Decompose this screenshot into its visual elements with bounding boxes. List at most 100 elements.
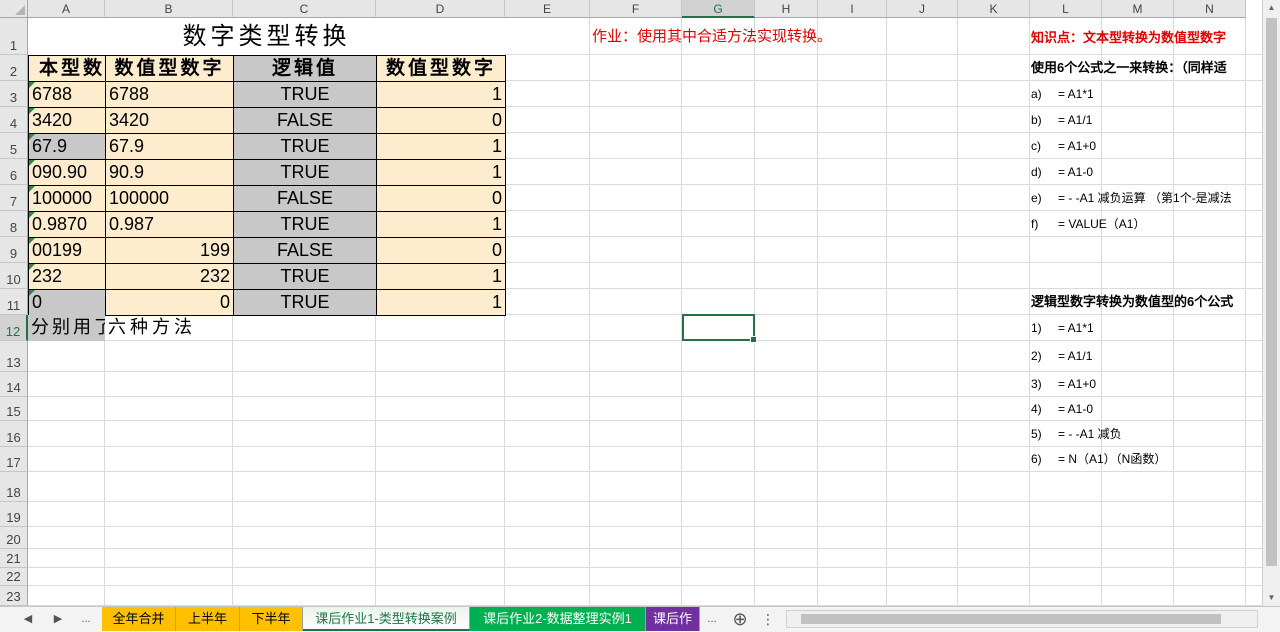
column-header-B[interactable]: B — [105, 0, 233, 18]
spreadsheet-grid[interactable]: ABCDEFGHIJKLMN 1 2 3 4 5 6 7 8 9 10 11 12 13 14 15 16 17… — [0, 0, 1262, 606]
row-header-19[interactable]: 19 — [0, 502, 28, 527]
logic-method-key-1[interactable]: 1) — [1031, 315, 1057, 341]
footer-label-b[interactable]: 六种方法 — [105, 315, 305, 341]
row-header-18[interactable]: 18 — [0, 472, 28, 502]
row-header-20[interactable]: 20 — [0, 527, 28, 549]
logic-numeric-cell[interactable]: 0 — [376, 237, 506, 264]
row-header-4[interactable]: 4 — [0, 107, 28, 133]
sheet-tab-1[interactable]: 全年合并 — [102, 607, 176, 631]
column-header-D[interactable]: D — [376, 0, 505, 18]
logic-method-key-4[interactable]: 4) — [1031, 397, 1057, 421]
text-value-cell[interactable]: 00199 — [28, 237, 106, 264]
logic-methods-title[interactable]: 逻辑型数字转换为数值型的6个公式 — [1031, 289, 1259, 315]
row-header-12[interactable]: 12 — [0, 315, 28, 341]
column-header-H[interactable]: H — [755, 0, 818, 18]
sheet-tab-6[interactable]: 课后作 — [646, 607, 700, 631]
logic-method-formula-1[interactable]: = A1*1 — [1058, 315, 1258, 341]
logic-value-cell[interactable]: TRUE — [233, 81, 377, 108]
logic-numeric-cell[interactable]: 1 — [376, 211, 506, 238]
text-value-cell[interactable]: 090.90 — [28, 159, 106, 186]
sheet-tab-2[interactable]: 上半年 — [176, 607, 240, 631]
add-sheet-icon[interactable]: ⊕ — [728, 607, 752, 631]
row-header-16[interactable]: 16 — [0, 421, 28, 447]
text-method-formula-6[interactable]: = VALUE（A1） — [1058, 211, 1258, 237]
knowledge-title[interactable]: 知识点：文本型转换为数值型数字 — [1031, 18, 1259, 55]
row-header-3[interactable]: 3 — [0, 81, 28, 107]
text-method-key-6[interactable]: f) — [1031, 211, 1057, 237]
logic-value-cell[interactable]: TRUE — [233, 159, 377, 186]
row-header-22[interactable]: 22 — [0, 568, 28, 586]
horizontal-scrollbar[interactable] — [786, 610, 1258, 628]
column-header-L[interactable]: L — [1030, 0, 1102, 18]
logic-method-key-5[interactable]: 5) — [1031, 421, 1057, 447]
column-header-E[interactable]: E — [505, 0, 590, 18]
logic-value-cell[interactable]: FALSE — [233, 237, 377, 264]
numeric-value-cell[interactable]: 3420 — [105, 107, 234, 134]
logic-numeric-cell[interactable]: 1 — [376, 289, 506, 316]
text-value-cell[interactable]: 0 — [28, 289, 106, 316]
logic-value-cell[interactable]: TRUE — [233, 133, 377, 160]
column-header-I[interactable]: I — [818, 0, 887, 18]
row-header-9[interactable]: 9 — [0, 237, 28, 263]
text-value-cell[interactable]: 67.9 — [28, 133, 106, 160]
text-method-key-1[interactable]: a) — [1031, 81, 1057, 107]
logic-numeric-cell[interactable]: 1 — [376, 159, 506, 186]
text-method-formula-3[interactable]: = A1+0 — [1058, 133, 1258, 159]
row-header-23[interactable]: 23 — [0, 586, 28, 606]
tab-prev-icon[interactable]: ◀ — [16, 607, 40, 631]
column-header-F[interactable]: F — [590, 0, 682, 18]
row-header-2[interactable]: 2 — [0, 55, 28, 81]
logic-numeric-cell[interactable]: 0 — [376, 185, 506, 212]
logic-value-cell[interactable]: TRUE — [233, 289, 377, 316]
logic-method-key-6[interactable]: 6) — [1031, 447, 1057, 472]
text-value-cell[interactable]: 232 — [28, 263, 106, 290]
sheet-tab-4[interactable]: 课后作业1-类型转换案例 — [303, 607, 470, 631]
scroll-down-icon[interactable]: ▼ — [1263, 590, 1280, 606]
logic-value-cell[interactable]: FALSE — [233, 107, 377, 134]
tab-overflow-right[interactable]: ... — [700, 607, 724, 631]
row-header-14[interactable]: 14 — [0, 372, 28, 397]
select-all-corner[interactable] — [0, 0, 28, 18]
logic-numeric-cell[interactable]: 1 — [376, 263, 506, 290]
vertical-scrollbar[interactable]: ▲ ▼ — [1262, 0, 1280, 606]
numeric-value-cell[interactable]: 199 — [105, 237, 234, 264]
tab-overflow-left[interactable]: ... — [74, 607, 98, 631]
row-header-5[interactable]: 5 — [0, 133, 28, 159]
numeric-value-cell[interactable]: 232 — [105, 263, 234, 290]
text-value-cell[interactable]: 6788 — [28, 81, 106, 108]
vertical-scroll-thumb[interactable] — [1266, 18, 1277, 566]
row-header-10[interactable]: 10 — [0, 263, 28, 289]
text-value-cell[interactable]: 3420 — [28, 107, 106, 134]
logic-value-cell[interactable]: FALSE — [233, 185, 377, 212]
text-value-cell[interactable]: 100000 — [28, 185, 106, 212]
column-header-J[interactable]: J — [887, 0, 958, 18]
numeric-value-cell[interactable]: 0 — [105, 289, 234, 316]
text-method-formula-5[interactable]: = - -A1 减负运算 （第1个-是减法 — [1058, 185, 1258, 211]
column-header-N[interactable]: N — [1174, 0, 1246, 18]
text-method-key-2[interactable]: b) — [1031, 107, 1057, 133]
row-header-11[interactable]: 11 — [0, 289, 28, 315]
logic-numeric-cell[interactable]: 1 — [376, 81, 506, 108]
logic-method-formula-4[interactable]: = A1-0 — [1058, 397, 1258, 421]
row-header-6[interactable]: 6 — [0, 159, 28, 185]
numeric-value-cell[interactable]: 0.987 — [105, 211, 234, 238]
row-header-7[interactable]: 7 — [0, 185, 28, 211]
horizontal-scroll-thumb[interactable] — [801, 614, 1221, 624]
row-header-21[interactable]: 21 — [0, 549, 28, 568]
active-cell-G12[interactable] — [682, 314, 757, 343]
text-method-formula-4[interactable]: = A1-0 — [1058, 159, 1258, 185]
column-header-A[interactable]: A — [28, 0, 105, 18]
tab-next-icon[interactable]: ▶ — [46, 607, 70, 631]
text-method-key-3[interactable]: c) — [1031, 133, 1057, 159]
logic-value-cell[interactable]: TRUE — [233, 263, 377, 290]
row-header-17[interactable]: 17 — [0, 447, 28, 472]
logic-method-formula-3[interactable]: = A1+0 — [1058, 372, 1258, 397]
sheet-tab-3[interactable]: 下半年 — [240, 607, 303, 631]
sheet-tab-5[interactable]: 课后作业2-数据整理实例1 — [470, 607, 646, 631]
logic-method-key-3[interactable]: 3) — [1031, 372, 1057, 397]
footer-label-a[interactable]: 分别用了 — [28, 315, 105, 341]
logic-method-formula-2[interactable]: = A1/1 — [1058, 341, 1258, 372]
row-header-13[interactable]: 13 — [0, 341, 28, 372]
text-method-formula-2[interactable]: = A1/1 — [1058, 107, 1258, 133]
column-header-K[interactable]: K — [958, 0, 1030, 18]
